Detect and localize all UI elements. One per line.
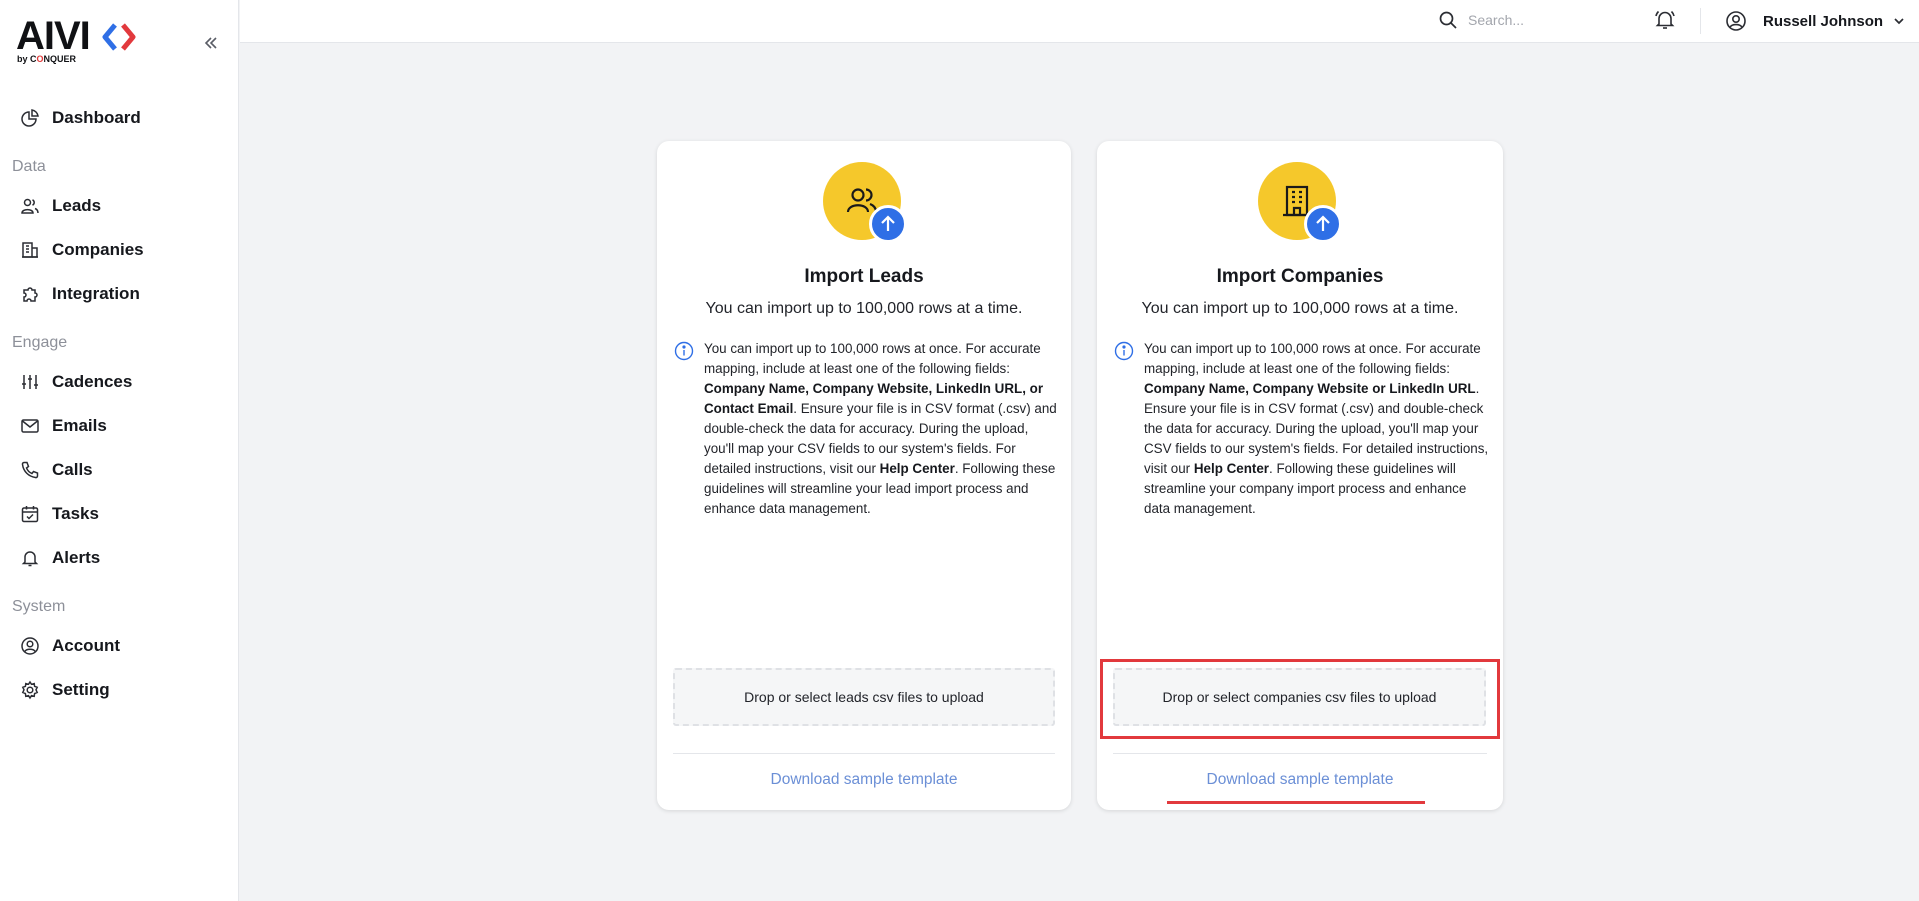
bell-ringing-icon[interactable]: [1653, 8, 1677, 32]
sidebar-item-setting[interactable]: Setting: [10, 672, 230, 708]
calendar-check-icon: [21, 506, 39, 523]
search-input[interactable]: [1468, 8, 1608, 32]
import-companies-badge: [1258, 162, 1342, 243]
nav-section-engage: Engage: [12, 334, 68, 351]
card-divider: [673, 753, 1055, 754]
sidebar-item-leads[interactable]: Leads: [10, 188, 230, 224]
nav-section-data: Data: [12, 158, 46, 175]
users-icon: [21, 198, 39, 214]
double-chevron-left-icon[interactable]: [201, 33, 221, 53]
upload-arrow-badge: [869, 205, 907, 243]
info-icon: [674, 341, 694, 361]
logo-text: AIVI: [16, 14, 91, 58]
sidebar-item-integration[interactable]: Integration: [10, 276, 230, 312]
sidebar-item-label: Alerts: [52, 548, 101, 567]
search-icon: [1439, 11, 1457, 29]
download-sample-template-link[interactable]: Download sample template: [1097, 771, 1503, 789]
sidebar-item-companies[interactable]: Companies: [10, 232, 230, 268]
top-bar: Russell Johnson: [240, 0, 1919, 43]
user-menu[interactable]: Russell Johnson: [1725, 6, 1907, 36]
puzzle-icon: [23, 287, 38, 302]
brand-logo[interactable]: AIVI by CONQUER: [16, 16, 141, 66]
sidebar-item-label: Leads: [52, 196, 102, 215]
download-link-highlight: [1167, 801, 1425, 804]
card-subtitle: You can import up to 100,000 rows at a t…: [1141, 300, 1459, 317]
info-text: You can import up to 100,000 rows at onc…: [1144, 341, 1489, 516]
import-info: You can import up to 100,000 rows at onc…: [674, 339, 1057, 519]
sidebar-item-dashboard[interactable]: Dashboard: [10, 100, 230, 136]
sidebar-item-label: Setting: [52, 680, 110, 699]
pie-chart-icon: [21, 109, 39, 127]
phone-icon: [21, 461, 39, 479]
import-info: You can import up to 100,000 rows at onc…: [1114, 339, 1491, 519]
companies-upload-dropzone[interactable]: Drop or select companies csv files to up…: [1113, 668, 1486, 726]
sidebar-item-label: Account: [52, 636, 120, 655]
bell-icon: [21, 551, 39, 567]
nav-section-system: System: [12, 598, 66, 615]
card-divider: [1113, 753, 1487, 754]
user-circle-icon: [21, 637, 39, 655]
sidebar-item-cadences[interactable]: Cadences: [10, 364, 230, 400]
sliders-icon: [22, 375, 38, 389]
logo-subtext: by CONQUER: [17, 54, 77, 64]
sidebar-item-tasks[interactable]: Tasks: [10, 496, 230, 532]
user-name: Russell Johnson: [1763, 12, 1884, 30]
leads-upload-dropzone[interactable]: Drop or select leads csv files to upload: [673, 668, 1055, 726]
sidebar-item-label: Emails: [52, 416, 107, 435]
info-text: You can import up to 100,000 rows at onc…: [704, 341, 1057, 516]
building-icon: [22, 242, 38, 258]
info-icon: [1114, 341, 1134, 361]
sidebar-item-account[interactable]: Account: [10, 628, 230, 664]
sidebar-item-label: Integration: [52, 284, 140, 303]
sidebar-item-label: Cadences: [52, 372, 133, 391]
help-center-link[interactable]: Help Center: [880, 461, 955, 476]
card-title: Import Companies: [1216, 266, 1384, 287]
sidebar-item-label: Calls: [52, 460, 93, 479]
download-sample-template-link[interactable]: Download sample template: [657, 771, 1071, 789]
import-leads-card: Import Leads You can import up to 100,00…: [657, 141, 1071, 810]
card-title: Import Leads: [804, 266, 924, 287]
chevron-down-icon: [1894, 18, 1904, 25]
header-divider: [1700, 8, 1701, 34]
import-leads-badge: [823, 162, 907, 243]
sidebar: AIVI by CONQUER Dashboard Data Leads Com…: [0, 0, 239, 901]
user-circle-icon: [1726, 11, 1746, 31]
help-center-link[interactable]: Help Center: [1194, 461, 1269, 476]
logo-mark-icon: [102, 23, 136, 51]
arrow-up-icon: [1316, 215, 1330, 231]
sidebar-item-label: Companies: [52, 240, 144, 259]
import-companies-card: Import Companies You can import up to 10…: [1097, 141, 1503, 810]
gear-icon: [21, 680, 39, 700]
sidebar-item-emails[interactable]: Emails: [10, 408, 230, 444]
card-subtitle: You can import up to 100,000 rows at a t…: [705, 300, 1023, 317]
mail-icon: [21, 419, 39, 433]
sidebar-item-alerts[interactable]: Alerts: [10, 540, 230, 576]
sidebar-item-label: Dashboard: [52, 108, 141, 127]
sidebar-item-label: Tasks: [52, 504, 99, 523]
arrow-up-icon: [881, 215, 895, 231]
sidebar-item-calls[interactable]: Calls: [10, 452, 230, 488]
upload-arrow-badge: [1304, 205, 1342, 243]
